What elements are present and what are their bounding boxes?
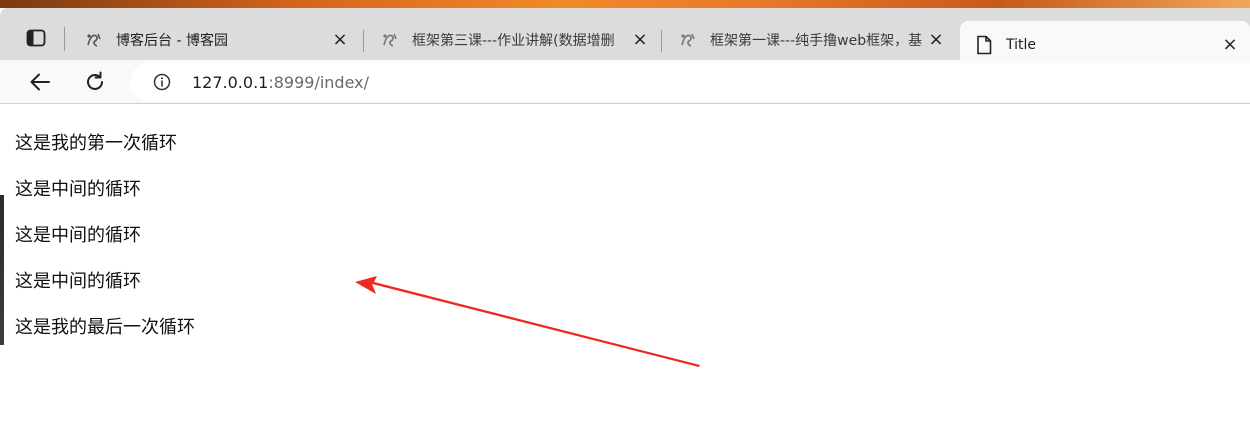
close-icon[interactable]: × xyxy=(1220,35,1240,55)
cnblogs-icon xyxy=(84,30,104,50)
tab-divider xyxy=(64,27,65,51)
tab-separator xyxy=(661,30,662,52)
tab-title: 框架第三课---作业讲解(数据增删 xyxy=(412,33,615,49)
tab-title: Title xyxy=(1006,36,1037,53)
close-icon[interactable]: × xyxy=(926,30,946,50)
loop-text-last: 这是我的最后一次循环 xyxy=(15,317,195,338)
close-icon[interactable]: × xyxy=(630,30,650,50)
tab-actions-icon xyxy=(26,29,46,47)
tab-title: 博客后台 - 博客园 xyxy=(116,33,228,49)
cnblogs-icon xyxy=(678,30,698,50)
tab-actions-button[interactable] xyxy=(18,25,54,51)
url-text: 127.0.0.1:8999/index/ xyxy=(192,73,369,92)
tab-title: 框架第一课---纯手撸web框架，基 xyxy=(710,33,923,49)
loop-text-first: 这是我的第一次循环 xyxy=(15,133,177,154)
page-content: 这是我的第一次循环 这是中间的循环 这是中间的循环 这是中间的循环 这是我的最后… xyxy=(0,105,1250,443)
page-icon xyxy=(974,35,994,55)
tab-strip: 博客后台 - 博客园 × 框架第三课---作业讲解(数据增删 × 框架第一课--… xyxy=(0,8,1250,68)
close-icon[interactable]: × xyxy=(330,30,350,50)
desktop-wallpaper xyxy=(0,0,1250,8)
tab-framework-lesson-1[interactable]: 框架第一课---纯手撸web框架，基 × xyxy=(664,18,956,62)
info-icon[interactable] xyxy=(152,72,172,92)
reload-icon xyxy=(87,71,103,90)
back-button[interactable] xyxy=(24,66,56,98)
url-host: 127.0.0.1 xyxy=(192,72,269,92)
cnblogs-icon xyxy=(380,30,400,50)
tab-cnblogs-admin[interactable]: 博客后台 - 博客园 × xyxy=(70,18,360,62)
arrow-left-icon xyxy=(30,73,50,91)
loop-text-middle: 这是中间的循环 xyxy=(15,271,141,292)
reload-button[interactable] xyxy=(79,66,111,98)
address-bar[interactable]: 127.0.0.1:8999/index/ xyxy=(130,63,1250,101)
tab-framework-lesson-3[interactable]: 框架第三课---作业讲解(数据增删 × xyxy=(366,18,660,62)
browser-toolbar: 127.0.0.1:8999/index/ xyxy=(0,60,1250,104)
loop-text-middle: 这是中间的循环 xyxy=(15,179,141,200)
loop-text-middle: 这是中间的循环 xyxy=(15,225,141,246)
desktop-sliver xyxy=(0,195,4,345)
url-path: :8999/index/ xyxy=(268,72,370,92)
tab-separator xyxy=(363,30,364,52)
